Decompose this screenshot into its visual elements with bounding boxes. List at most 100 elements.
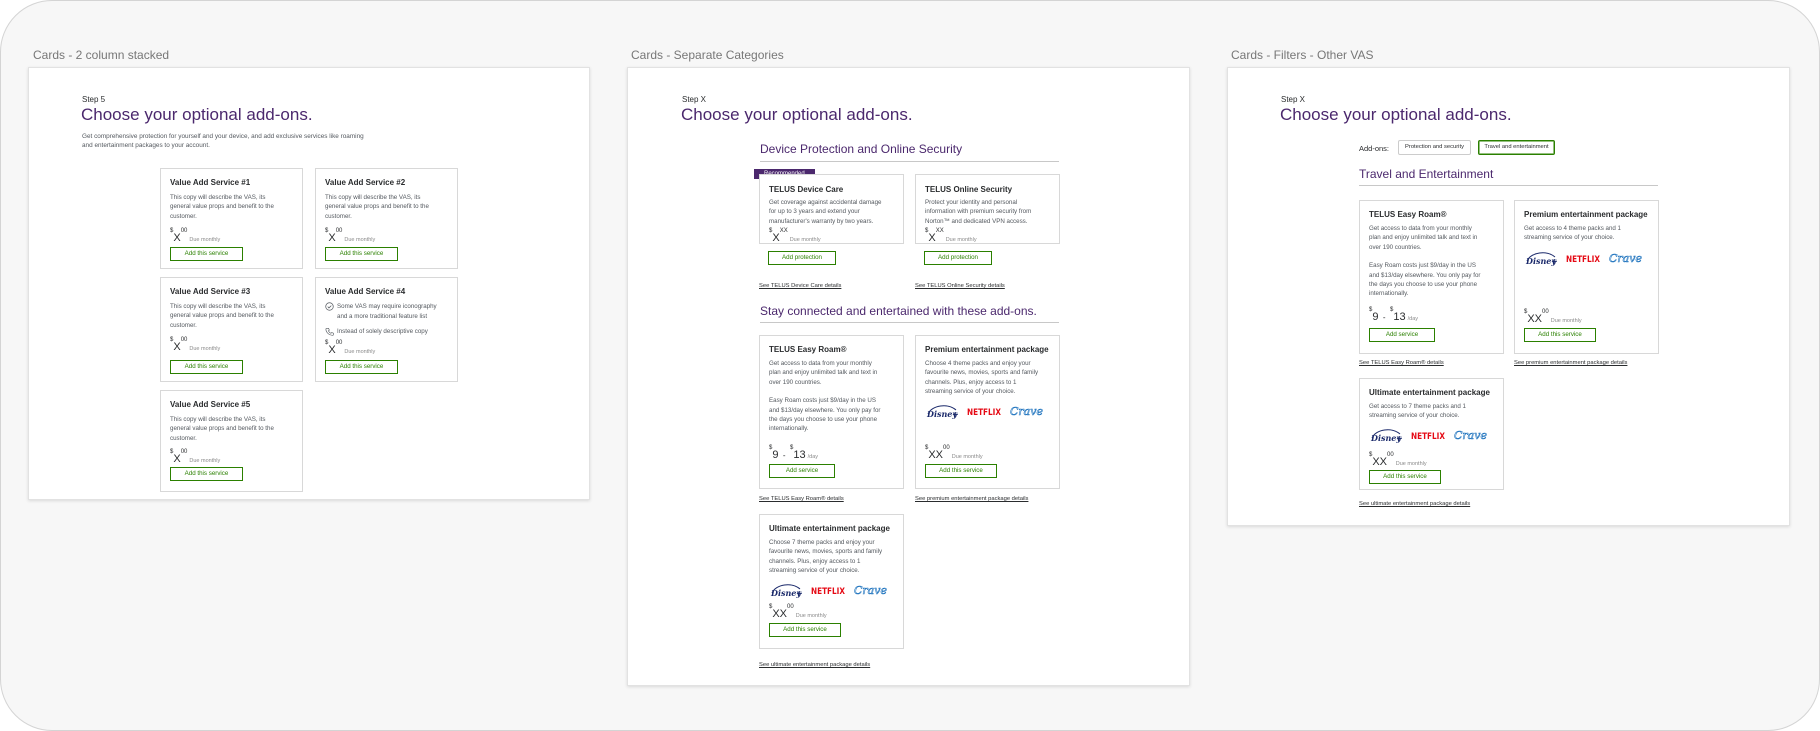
disney-plus-logo: Disney + <box>769 580 803 605</box>
card-description: Get access to data from your monthly plan… <box>1369 225 1481 298</box>
vas-card-3: Value Add Service #3 This copy will desc… <box>160 277 303 382</box>
ultimate-details-link[interactable]: See ultimate entertainment package detai… <box>1359 501 1470 507</box>
price: $X00Due monthly <box>170 337 221 353</box>
frame-2-column-stacked: Step 5 Choose your optional add-ons. Get… <box>28 67 590 500</box>
card-description: Choose 7 theme packs and enjoy your favou… <box>769 539 883 575</box>
vas-card-4: Value Add Service #4 Some VAS may requir… <box>315 277 458 382</box>
easy-roam-details-link[interactable]: See TELUS Easy Roam® details <box>1359 360 1444 366</box>
svg-text:+: + <box>1396 434 1403 443</box>
crave-logo: Crave <box>853 580 888 605</box>
add-service-button[interactable]: Add this service <box>325 247 398 261</box>
feature-item: Instead of solely descriptive copy <box>325 327 428 337</box>
card-description: Protect your identity and personal inform… <box>925 199 1032 225</box>
frame-label-filters: Cards - Filters - Other VAS <box>1231 48 1374 62</box>
disney-plus-logo: Disney + <box>1369 425 1403 450</box>
crave-logo: Crave <box>1608 248 1643 273</box>
premium-details-link[interactable]: See premium entertainment package detail… <box>915 496 1028 502</box>
price: $X00Due monthly <box>170 449 221 465</box>
svg-text:NETFLIX: NETFLIX <box>1566 255 1600 265</box>
svg-text:+: + <box>796 589 803 598</box>
vas-card-1: Value Add Service #1 This copy will desc… <box>160 168 303 269</box>
price: $X00Due monthly <box>325 228 376 244</box>
svg-text:NETFLIX: NETFLIX <box>967 408 1001 418</box>
price: $X00Due monthly <box>170 228 221 244</box>
add-service-button[interactable]: Add this service <box>1524 328 1596 342</box>
price: $X00Due monthly <box>325 340 376 356</box>
step-label: Step X <box>1281 95 1306 104</box>
online-security-details-link[interactable]: See TELUS Online Security details <box>915 283 1005 289</box>
svg-text:Crave: Crave <box>1609 252 1642 265</box>
netflix-logo: NETFLIX <box>1565 248 1601 273</box>
add-service-button[interactable]: Add this service <box>170 467 243 481</box>
card-title: Ultimate entertainment package <box>1369 388 1490 397</box>
premium-details-link[interactable]: See premium entertainment package detail… <box>1514 360 1627 366</box>
page-title: Choose your optional add-ons. <box>81 105 313 124</box>
svg-text:Crave: Crave <box>854 584 887 597</box>
svg-text:+: + <box>1551 257 1558 266</box>
card-description: Get access to 7 theme packs and 1 streami… <box>1369 403 1466 420</box>
netflix-logo: NETFLIX <box>966 401 1002 426</box>
card-title: Value Add Service #5 <box>170 400 251 409</box>
add-service-button[interactable]: Add this service <box>925 464 997 478</box>
feature-item: Some VAS may require iconography and a m… <box>325 302 437 321</box>
add-service-button[interactable]: Add this service <box>769 623 841 637</box>
add-service-button[interactable]: Add this service <box>325 360 398 374</box>
check-circle-icon <box>325 302 334 311</box>
streaming-logos: Disney + NETFLIX Crave <box>769 580 888 605</box>
card-description: This copy will describe the VAS, its gene… <box>170 194 274 220</box>
vas-card-2: Value Add Service #2 This copy will desc… <box>315 168 458 269</box>
crave-logo: Crave <box>1453 425 1488 450</box>
netflix-logo: NETFLIX <box>810 580 846 605</box>
online-security-card: TELUS Online Security Protect your ident… <box>915 174 1060 244</box>
add-service-button[interactable]: Add service <box>769 464 835 478</box>
filter-chip-travel[interactable]: Travel and entertainment <box>1478 140 1555 155</box>
card-title: Value Add Service #4 <box>325 287 406 296</box>
page-title: Choose your optional add-ons. <box>1280 105 1512 124</box>
crave-logo: Crave <box>1009 401 1044 426</box>
easy-roam-card: TELUS Easy Roam® Get access to data from… <box>759 335 904 489</box>
price: $XX00Due monthly <box>769 604 827 620</box>
design-canvas: Cards - 2 column stacked Step 5 Choose y… <box>0 0 1820 731</box>
section-divider <box>1359 185 1658 186</box>
add-protection-button[interactable]: Add protection <box>924 251 992 265</box>
price: $9 - $13/day <box>769 445 819 461</box>
ultimate-details-link[interactable]: See ultimate entertainment package detai… <box>759 662 870 668</box>
card-title: TELUS Easy Roam® <box>1369 210 1447 219</box>
svg-text:Crave: Crave <box>1010 405 1043 418</box>
card-title: TELUS Easy Roam® <box>769 345 847 354</box>
section-divider <box>760 322 1059 323</box>
add-service-button[interactable]: Add this service <box>170 360 243 374</box>
easy-roam-details-link[interactable]: See TELUS Easy Roam® details <box>759 496 844 502</box>
section-heading-protection: Device Protection and Online Security <box>760 142 963 156</box>
card-title: TELUS Online Security <box>925 185 1013 194</box>
svg-text:NETFLIX: NETFLIX <box>1411 432 1445 442</box>
device-care-details-link[interactable]: See TELUS Device Care details <box>759 283 841 289</box>
card-description: Get access to data from your monthly plan… <box>769 360 881 433</box>
streaming-logos: Disney + NETFLIX Crave <box>1524 248 1643 273</box>
card-title: Ultimate entertainment package <box>769 524 890 533</box>
ultimate-package-card: Ultimate entertainment package Get acces… <box>1359 378 1504 490</box>
filter-chip-protection[interactable]: Protection and security <box>1398 140 1471 155</box>
card-title: Premium entertainment package <box>925 345 1049 354</box>
frame-separate-categories: Step X Choose your optional add-ons. Dev… <box>627 67 1190 686</box>
disney-plus-logo: Disney + <box>925 401 959 426</box>
netflix-logo: NETFLIX <box>1410 425 1446 450</box>
premium-package-card: Premium entertainment package Choose 4 t… <box>915 335 1060 489</box>
phone-icon <box>325 328 334 336</box>
add-service-button[interactable]: Add service <box>1369 328 1435 342</box>
card-description: Get coverage against accidental damage fo… <box>769 199 882 225</box>
premium-package-card: Premium entertainment package Get access… <box>1514 200 1659 354</box>
streaming-logos: Disney + NETFLIX Crave <box>925 401 1044 426</box>
device-care-card: TELUS Device Care Get coverage against a… <box>759 174 904 244</box>
filter-label: Add-ons: <box>1359 144 1390 153</box>
add-service-button[interactable]: Add this service <box>1369 470 1441 484</box>
card-title: Value Add Service #3 <box>170 287 251 296</box>
add-service-button[interactable]: Add this service <box>170 247 243 261</box>
add-protection-button[interactable]: Add protection <box>768 251 836 265</box>
card-description: This copy will describe the VAS, its gene… <box>325 194 429 220</box>
vas-card-5: Value Add Service #5 This copy will desc… <box>160 390 303 492</box>
card-description: Get access to 4 theme packs and 1 streami… <box>1524 225 1621 242</box>
card-title: Value Add Service #2 <box>325 178 406 187</box>
page-title: Choose your optional add-ons. <box>681 105 913 124</box>
price: $XX00Due monthly <box>1369 452 1427 468</box>
